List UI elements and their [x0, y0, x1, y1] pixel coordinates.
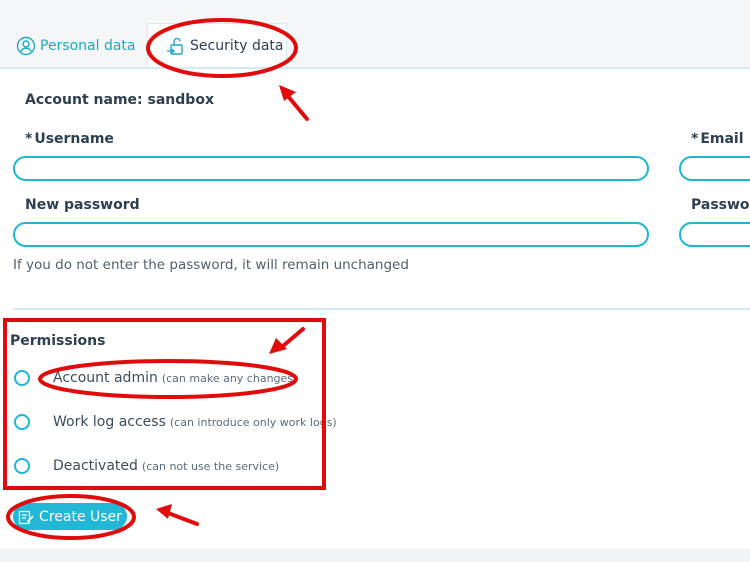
new-password-input[interactable]: [13, 222, 649, 247]
permission-label: Work log access: [53, 414, 166, 430]
user-circle-icon: [16, 36, 36, 56]
email-input[interactable]: [679, 156, 750, 181]
annotation-arrowhead-tab: [279, 85, 296, 101]
tab-personal-data[interactable]: Personal data: [16, 24, 136, 68]
tab-personal-label: Personal data: [40, 38, 136, 54]
account-name-prefix: Account name:: [25, 92, 143, 108]
required-mark: *: [25, 131, 33, 147]
annotation-overlay: [3, 18, 326, 540]
permission-detail: (can make any changes): [161, 371, 298, 385]
password-repeat-label: Passwor: [691, 197, 750, 213]
unlock-icon: [166, 36, 186, 56]
permission-work-log-access[interactable]: Work log access (can introduce only work…: [14, 414, 337, 430]
radio-button[interactable]: [14, 414, 30, 430]
create-user-label: Create User: [39, 508, 122, 525]
edit-icon: [18, 509, 34, 525]
permission-label: Deactivated: [53, 458, 138, 474]
annotation-arrowhead-admin: [269, 338, 287, 354]
annotation-arrow-tab: [285, 93, 309, 121]
permission-account-admin[interactable]: Account admin (can make any changes): [14, 370, 297, 386]
email-label-text: Email: [700, 131, 744, 147]
annotation-arrowhead-button: [156, 504, 172, 519]
account-name-value: sandbox: [147, 92, 214, 108]
username-input[interactable]: [13, 156, 649, 181]
annotation-arrow-admin: [281, 327, 305, 348]
account-name: Account name: sandbox: [25, 92, 214, 108]
password-hint: If you do not enter the password, it wil…: [13, 257, 409, 273]
footer-strip: [0, 549, 750, 562]
permission-detail: (can introduce only work logs): [169, 415, 337, 429]
section-divider: [13, 308, 750, 310]
new-password-label: New password: [25, 197, 140, 213]
tab-security-label: Security data: [190, 37, 284, 54]
required-mark: *: [691, 131, 699, 147]
permission-deactivated[interactable]: Deactivated (can not use the service): [14, 458, 279, 474]
username-label: * Username: [25, 131, 114, 147]
annotation-arrow-button: [166, 511, 199, 526]
create-user-button[interactable]: Create User: [13, 503, 127, 530]
email-label: * Email: [691, 131, 744, 147]
username-label-text: Username: [34, 131, 114, 147]
radio-button[interactable]: [14, 458, 30, 474]
permissions-title: Permissions: [10, 333, 106, 349]
password-repeat-input[interactable]: [679, 222, 750, 247]
radio-button[interactable]: [14, 370, 30, 386]
permission-label: Account admin: [53, 370, 158, 386]
tab-security-data[interactable]: Security data: [147, 23, 287, 67]
permission-detail: (can not use the service): [141, 459, 280, 473]
